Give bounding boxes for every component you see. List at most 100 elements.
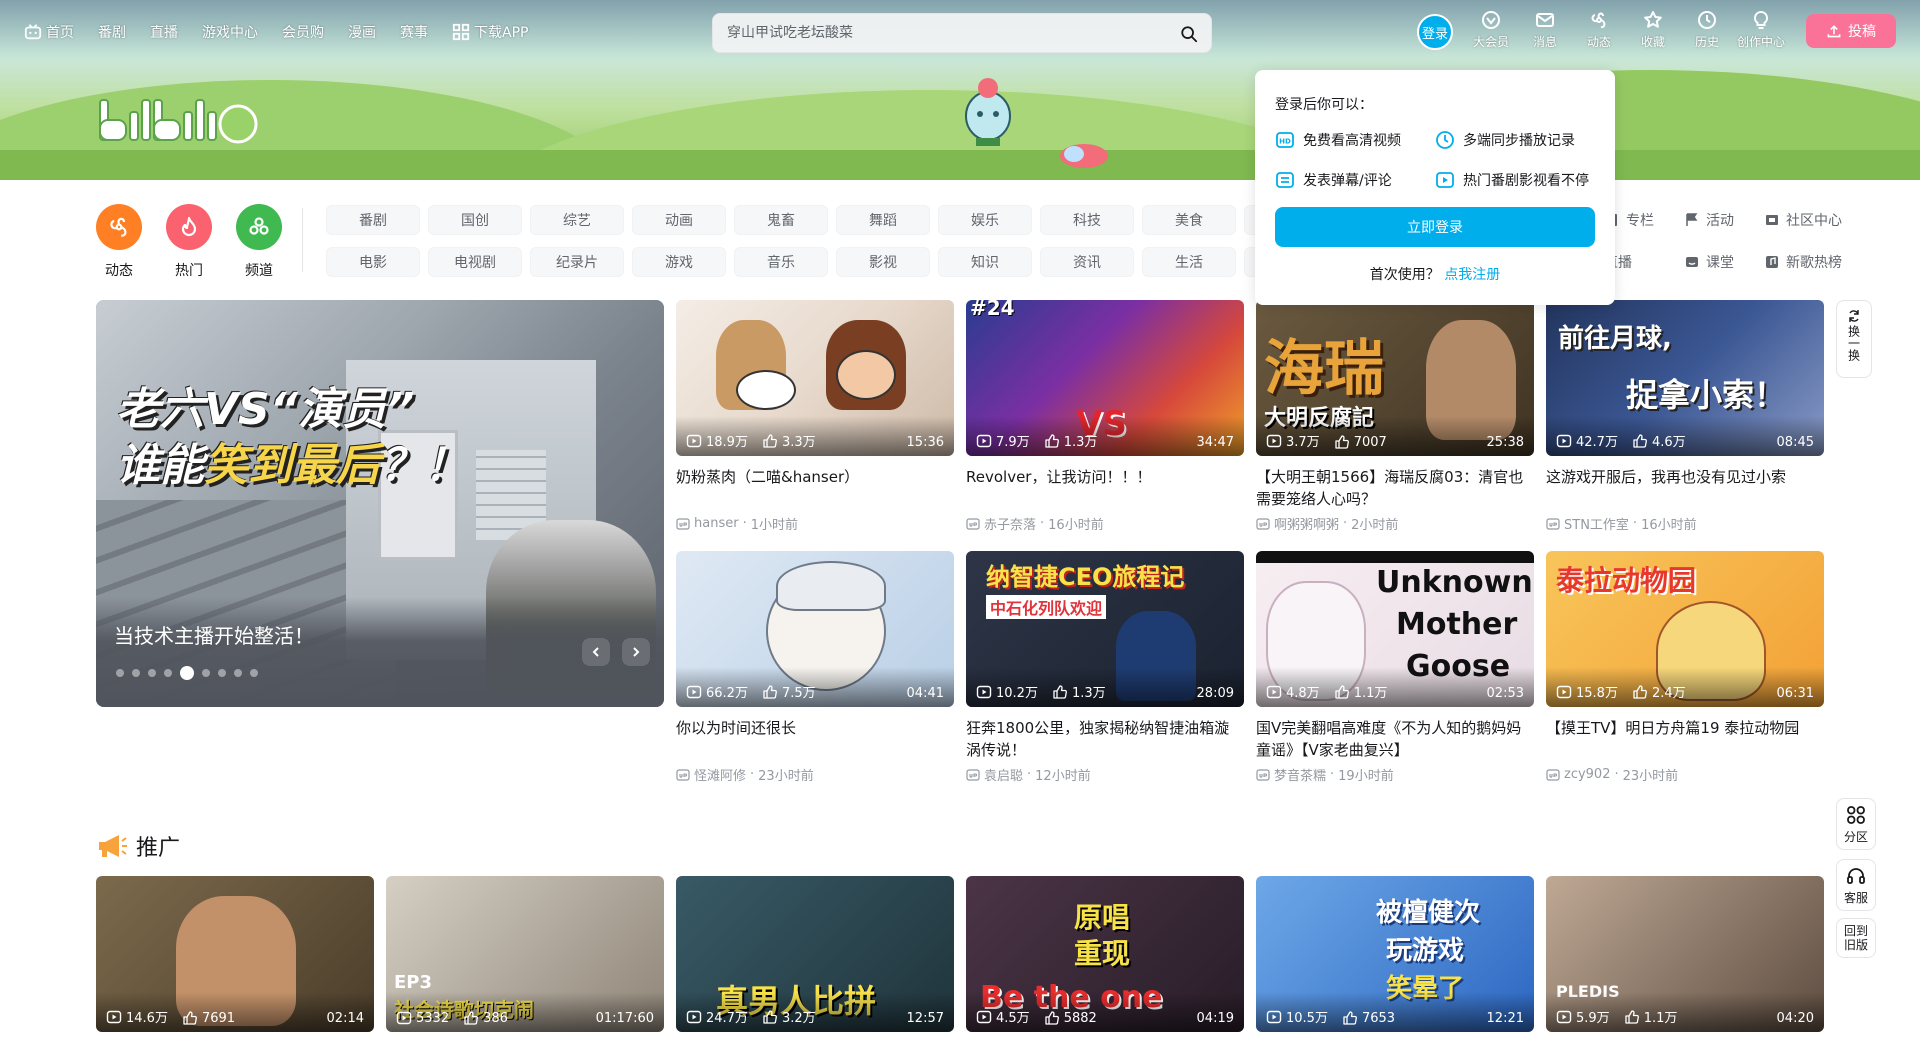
video-title[interactable]: 这游戏开服后，我再也没有见过小索 [1546,466,1824,510]
channel-tag[interactable]: 娱乐 [938,205,1032,235]
service-button[interactable]: 客服 [1836,859,1876,911]
promo-video-card[interactable]: 原唱重现Be the one4.5万588204:19 [966,876,1244,1032]
promo-video-card[interactable]: 14.6万 7691 02:14 [96,876,374,1032]
video-title[interactable]: 【大明王朝1566】海瑞反腐03：清官也需要笼络人心吗？ [1256,466,1534,510]
carousel-next-button[interactable] [622,638,650,666]
nav-game-center[interactable]: 游戏中心 [202,22,258,42]
channel-tag[interactable]: 动画 [632,205,726,235]
link-hot-songs[interactable]: 新歌热榜 [1764,247,1874,277]
nav-match[interactable]: 赛事 [400,22,428,42]
video-uploader[interactable]: hanser · 1小时前 [676,514,954,533]
carousel-caption[interactable]: 当技术主播开始整活！ [114,620,314,649]
channel-hot[interactable]: 热门 [166,204,212,280]
carousel-dot[interactable] [132,669,140,677]
login-now-button[interactable]: 立即登录 [1275,207,1595,247]
video-thumbnail[interactable]: 纳智捷CEO旅程记 中石化列队欢迎 10.2万 1.3万 28:09 [966,551,1244,707]
carousel-dot[interactable] [250,669,258,677]
carousel-dot[interactable] [164,669,172,677]
video-title[interactable]: 奶粉蒸肉（二喵&hanser） [676,466,954,510]
video-thumbnail[interactable]: 海瑞大明反腐記3.7万700725:38 [1256,300,1534,456]
channel-dynamic[interactable]: 动态 [96,204,142,280]
video-thumbnail[interactable]: 泰拉动物园 15.8万 2.4万 06:31 [1546,551,1824,707]
channel-tag[interactable]: 生活 [1142,247,1236,277]
search-button[interactable] [1175,20,1203,48]
channel-tag[interactable]: 科技 [1040,205,1134,235]
nav-favorites[interactable]: 收藏 [1626,10,1680,50]
channel-tag[interactable]: 纪录片 [530,247,624,277]
video-uploader[interactable]: 怪滩阿修 · 23小时前 [676,765,954,784]
channel-tag[interactable]: 综艺 [530,205,624,235]
video-uploader[interactable]: 赤子奈落 · 16小时前 [966,514,1244,533]
video-title[interactable]: 国V完美翻唱高难度《不为人知的鹅妈妈童谣》【V家老曲复兴】 [1256,717,1534,761]
featured-carousel[interactable]: 老六VS“演员” 谁能笑到最后？！ 当技术主播开始整活！ [96,300,664,707]
video-uploader[interactable]: STN工作室 · 16小时前 [1546,514,1824,533]
video-thumbnail[interactable]: 被檀健次 玩游戏 笑晕了 10.5万 7653 12:21 [1256,876,1534,1032]
upload-button[interactable]: 投稿 [1806,14,1896,48]
video-title[interactable]: 狂奔1800公里，独家揭秘纳智捷油箱漩涡传说！ [966,717,1244,761]
video-thumbnail[interactable]: 18.9万 3.3万 15:36 [676,300,954,456]
partition-button[interactable]: 分区 [1836,798,1876,850]
nav-vip[interactable]: 大会员 [1464,10,1518,50]
bilibili-logo[interactable] [98,92,258,152]
video-title[interactable]: 你以为时间还很长 [676,717,954,761]
nav-home[interactable]: 首页 [24,22,74,42]
channel-tag[interactable]: 番剧 [326,205,420,235]
nav-mall[interactable]: 会员购 [282,22,324,42]
nav-dynamic[interactable]: 动态 [1572,10,1626,50]
video-thumbnail[interactable]: UnknownMotherGoose4.8万1.1万02:53 [1256,551,1534,707]
video-thumbnail[interactable]: EP3社会诗歌切克闹533238601:17:60 [386,876,664,1032]
channel-tag[interactable]: 国创 [428,205,522,235]
channel-tag[interactable]: 电视剧 [428,247,522,277]
video-card[interactable]: 海瑞大明反腐記3.7万700725:38 【大明王朝1566】海瑞反腐03：清官也… [1256,300,1534,533]
video-card[interactable]: 前往月球, 捉拿小索！ 42.7万 4.6万 08:45 这游戏开服后，我再也没有见过小索… [1546,300,1824,533]
video-card[interactable]: #24VS7.9万1.3万34:47 Revolver，让我访问！！！ 赤子奈落·1… [966,300,1244,533]
video-uploader[interactable]: 袁启聪 · 12小时前 [966,765,1244,784]
login-avatar-button[interactable]: 登录 [1417,14,1453,50]
channel-tag[interactable]: 知识 [938,247,1032,277]
video-uploader[interactable]: 啊粥粥啊粥 · 2小时前 [1256,514,1534,533]
nav-manga[interactable]: 漫画 [348,22,376,42]
video-thumbnail[interactable]: 真男人比拼24.7万3.2万12:57 [676,876,954,1032]
channel-tag[interactable]: 音乐 [734,247,828,277]
promo-video-card[interactable]: 被檀健次 玩游戏 笑晕了 10.5万 7653 12:21 [1256,876,1534,1032]
video-thumbnail[interactable]: 66.2万 7.5万 04:41 [676,551,954,707]
video-card[interactable]: 18.9万 3.3万 15:36 奶粉蒸肉（二喵&hanser） hanser · 1小时前 [676,300,954,533]
channel-tag[interactable]: 影视 [836,247,930,277]
video-card[interactable]: 66.2万 7.5万 04:41 你以为时间还很长怪滩阿修 · 23小时前 [676,551,954,784]
old-version-button[interactable]: 回到 旧版 [1836,918,1876,958]
carousel-dot[interactable] [202,669,210,677]
video-thumbnail[interactable]: 原唱重现Be the one4.5万588204:19 [966,876,1244,1032]
video-thumbnail[interactable]: #24VS7.9万1.3万34:47 [966,300,1244,456]
promo-video-card[interactable]: EP3社会诗歌切克闹533238601:17:60 [386,876,664,1032]
video-thumbnail[interactable]: 前往月球, 捉拿小索！ 42.7万 4.6万 08:45 [1546,300,1824,456]
video-uploader[interactable]: 梦音茶糯 · 19小时前 [1256,765,1534,784]
channel-tag[interactable]: 鬼畜 [734,205,828,235]
channel-tag[interactable]: 舞蹈 [836,205,930,235]
link-live[interactable]: 直播 [1604,247,1684,277]
channel-tag[interactable]: 美食 [1142,205,1236,235]
nav-bangumi[interactable]: 番剧 [98,22,126,42]
video-title[interactable]: 【摸王TV】明日方舟篇19 泰拉动物园 [1546,717,1824,761]
nav-live[interactable]: 直播 [150,22,178,42]
carousel-prev-button[interactable] [582,638,610,666]
register-link[interactable]: 点我注册 [1444,267,1500,283]
video-thumbnail[interactable]: PLEDIS5.9万1.1万04:20 [1546,876,1824,1032]
refresh-button[interactable]: 换一换 [1836,300,1872,378]
nav-download-app[interactable]: 下载APP [452,22,528,42]
channel-tag[interactable]: 电影 [326,247,420,277]
video-card[interactable]: 泰拉动物园 15.8万 2.4万 06:31 【摸王TV】明日方舟篇19 泰拉动物园 zc… [1546,551,1824,784]
link-column[interactable]: 专栏 [1604,205,1684,235]
video-title[interactable]: Revolver，让我访问！！！ [966,466,1244,510]
search-input[interactable] [727,17,1167,49]
promo-video-card[interactable]: PLEDIS5.9万1.1万04:20 [1546,876,1824,1032]
carousel-dot[interactable] [180,666,194,680]
carousel-dot[interactable] [148,669,156,677]
video-uploader[interactable]: zcy902 · 23小时前 [1546,765,1824,784]
video-card[interactable]: 纳智捷CEO旅程记 中石化列队欢迎 10.2万 1.3万 28:09 狂奔1800公里，独… [966,551,1244,784]
link-classroom[interactable]: 课堂 [1684,247,1764,277]
channel-tag[interactable]: 游戏 [632,247,726,277]
nav-creator-center[interactable]: 创作中心 [1734,10,1788,50]
channel-tag[interactable]: 资讯 [1040,247,1134,277]
carousel-dot[interactable] [116,669,124,677]
link-activity[interactable]: 活动 [1684,205,1764,235]
